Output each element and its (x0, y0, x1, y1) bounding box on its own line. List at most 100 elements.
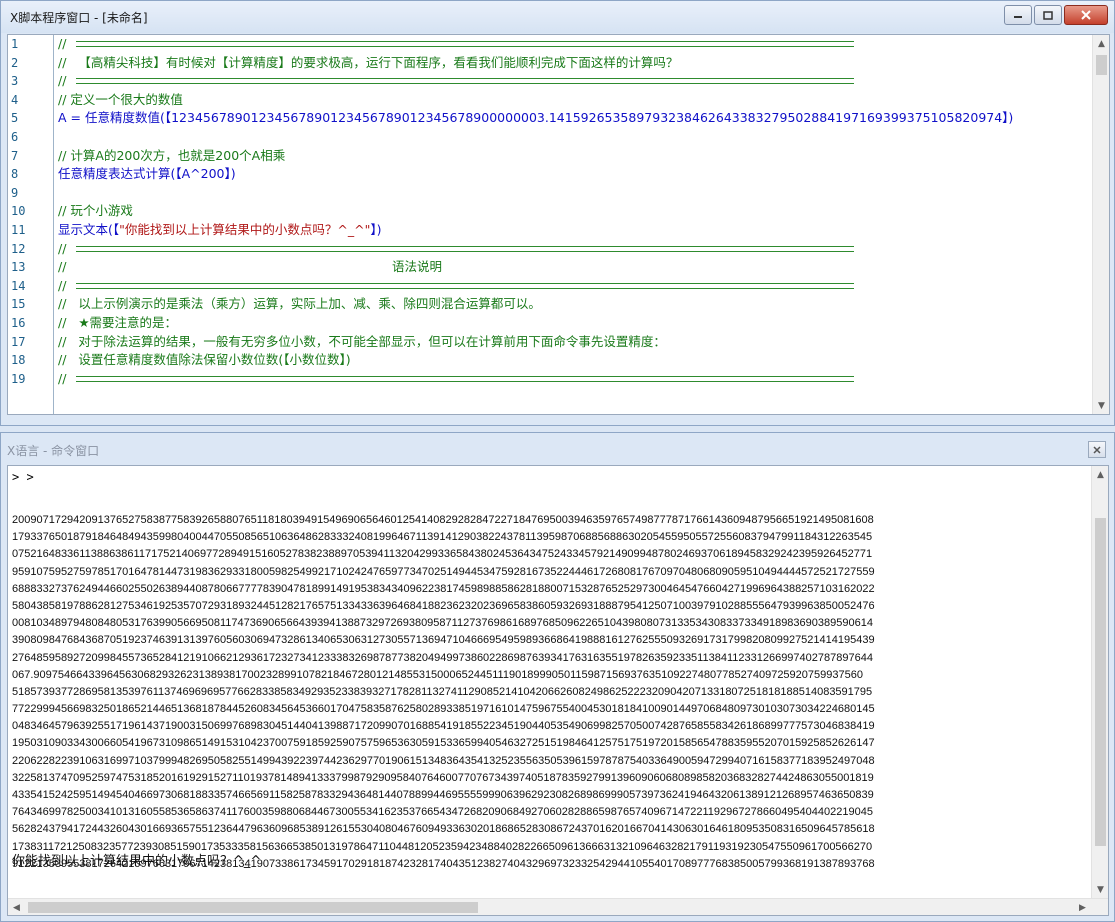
close-icon (1081, 10, 1091, 20)
command-vertical-scrollbar[interactable]: ▲ ▼ (1091, 466, 1108, 898)
comment-text: // 对于除法运算的结果，一般有无穷多位小数，不可能全部显示，但可以在计算前用下… (58, 333, 666, 349)
comment-text: // 计算A的200次方，也就是200个A相乘 (58, 147, 286, 163)
maximize-icon (1043, 10, 1053, 20)
command-prompt[interactable]: > > (12, 470, 34, 484)
line-number: 10 (11, 204, 26, 219)
comment-text: // (58, 259, 67, 275)
comment-text: // (58, 277, 67, 293)
code-line[interactable]: // 【高精尖科技】有时候对【计算精度】的要求极高，运行下面程序，看看我们能顺利… (54, 54, 1094, 73)
comment-text: // 【高精尖科技】有时候对【计算精度】的要求极高，运行下面程序，看看我们能顺利… (58, 54, 679, 70)
line-number: 17 (11, 334, 26, 349)
scroll-up-icon[interactable]: ▲ (1092, 466, 1108, 483)
command-window: X语言 - 命令窗口 > > 2009071729420913765275838… (0, 432, 1115, 922)
comment-text: // 玩个小游戏 (58, 203, 133, 219)
code-line[interactable] (54, 128, 1094, 147)
code-text: A = 任意精度数值(【1234567890123456789012345678… (58, 110, 1014, 126)
editor-window-title: X脚本程序窗口 - [未命名] (10, 11, 148, 25)
code-line[interactable] (54, 184, 1094, 203)
scroll-right-icon[interactable]: ▶ (1074, 899, 1091, 915)
code-text: 显示文本(【 (58, 221, 120, 237)
result-line: 2764859589272099845573652841219106621293… (12, 651, 873, 664)
line-number: 1 (11, 37, 19, 51)
code-line[interactable]: // ★需要注意的是： (54, 314, 1094, 333)
line-number: 19 (11, 371, 26, 386)
line-number: 9 (11, 185, 19, 200)
line-number: 4 (11, 92, 19, 107)
scroll-up-icon[interactable]: ▲ (1093, 35, 1109, 52)
code-line[interactable]: // 对于除法运算的结果，一般有无穷多位小数，不可能全部显示，但可以在计算前用下… (54, 333, 1094, 352)
command-title-bar[interactable]: X语言 - 命令窗口 (1, 433, 1114, 463)
code-line[interactable]: 任意精度表达式计算(【A^200】) (54, 165, 1094, 184)
code-line[interactable]: // (54, 277, 1094, 296)
line-number-gutter: 1 2 3 4 5 6 7 8 9 10 11 12 13 14 15 16 17 18 19 (8, 35, 54, 414)
result-line: 6888332737624944660255026389440878066777… (12, 582, 875, 595)
close-button[interactable] (1064, 5, 1108, 25)
section-heading: 语法说明 (392, 259, 443, 275)
comment-separator (76, 78, 854, 85)
code-line[interactable]: // 计算A的200次方，也就是200个A相乘 (54, 147, 1094, 166)
result-line: 0081034897948084805317639905669508117473… (12, 617, 873, 630)
result-line: 067.909754664339645630682932623138938170… (12, 668, 863, 681)
string-literal: "你能找到以上计算结果中的小数点吗？^_^" (119, 221, 371, 237)
comment-text: // (58, 36, 67, 51)
line-number: 15 (11, 297, 26, 312)
code-editor[interactable]: 1 2 3 4 5 6 7 8 9 10 11 12 13 14 15 16 17 18 19 //// 【高精尖科… (7, 34, 1110, 415)
comment-text: // (58, 370, 67, 386)
code-line[interactable]: // 设置任意精度数值除法保留小数位数(【小数位数】) (54, 351, 1094, 370)
command-window-title: X语言 - 命令窗口 (7, 444, 100, 458)
calculation-result: 2009071729420913765275838775839265880765… (12, 514, 1090, 875)
result-line: 4335415242595149454046697306818833574665… (12, 789, 874, 801)
scroll-left-icon[interactable]: ◀ (8, 899, 25, 915)
code-line[interactable]: 显示文本(【"你能找到以上计算结果中的小数点吗？^_^"】) (54, 221, 1094, 240)
script-editor-window: X脚本程序窗口 - [未命名] 1 2 3 4 5 6 7 8 9 10 11 12 13 14 15 16 1… (0, 0, 1115, 426)
horizontal-scroll-thumb[interactable] (28, 902, 478, 913)
command-horizontal-scrollbar[interactable]: ◀ ▶ (8, 898, 1108, 915)
command-output[interactable]: > > 200907172942091376527583877583926588… (7, 465, 1109, 916)
code-line[interactable]: // 定义一个很大的数值 (54, 91, 1094, 110)
comment-separator (76, 282, 854, 289)
comment-text: // ★需要注意的是： (58, 314, 178, 330)
result-line: 2009071729420913765275838775839265880765… (12, 514, 874, 526)
code-line[interactable]: // (54, 72, 1094, 91)
line-number: 14 (11, 278, 26, 293)
code-line[interactable]: // 语法说明 (54, 258, 1094, 277)
result-line: 0752164833611388638611717521406977289491… (12, 548, 873, 561)
line-number: 16 (11, 315, 26, 330)
editor-vertical-scrollbar[interactable]: ▲ ▼ (1092, 35, 1109, 414)
code-line[interactable]: // (54, 370, 1094, 389)
window-controls (1004, 5, 1108, 25)
line-number: 8 (11, 167, 19, 182)
result-line: 7722999456698325018652144651368187844526… (12, 703, 875, 716)
code-text: 任意精度表达式计算(【A^200】) (58, 166, 236, 182)
result-line: 3225813747095259747531852016192915271101… (12, 771, 874, 784)
line-number: 13 (11, 260, 26, 275)
maximize-button[interactable] (1034, 5, 1062, 25)
line-number: 3 (11, 74, 19, 89)
comment-text: // (58, 73, 67, 89)
line-number: 6 (11, 129, 19, 144)
code-line[interactable]: // 玩个小游戏 (54, 202, 1094, 221)
result-line: 5804385819788628127534619253570729318932… (12, 599, 875, 612)
line-number: 7 (11, 148, 19, 163)
editor-scroll-thumb[interactable] (1096, 55, 1107, 75)
code-area[interactable]: // // 【高精尖科技】有时候对【计算精度】的要求极高，运行下面程序，看看我们能… (54, 35, 1094, 414)
scroll-down-icon[interactable]: ▼ (1093, 397, 1109, 414)
output-message: 你能找到以上计算结果中的小数点吗？^_^ (12, 854, 262, 869)
code-line[interactable]: // 以上示例演示的是乘法（乘方）运算，实际上加、减、乘、除四则混合运算都可以。 (54, 295, 1094, 314)
result-line: 0483464579639255171961437190031506997689… (12, 720, 875, 733)
scroll-down-icon[interactable]: ▼ (1092, 881, 1108, 898)
editor-title-bar[interactable]: X脚本程序窗口 - [未命名] (1, 1, 1114, 33)
code-line[interactable]: // (54, 35, 1094, 54)
result-line: 5185739377286958135397611374696969577662… (12, 685, 873, 698)
minimize-button[interactable] (1004, 5, 1032, 25)
code-line[interactable]: // (54, 240, 1094, 259)
command-close-button[interactable] (1088, 441, 1106, 458)
line-number: 12 (11, 241, 26, 256)
line-number: 5 (11, 111, 19, 126)
result-line: 3908098476843687051923746391313976056030… (12, 634, 875, 647)
line-number: 2 (11, 55, 19, 70)
command-scroll-thumb[interactable] (1095, 518, 1106, 846)
code-line[interactable]: A = 任意精度数值(【1234567890123456789012345678… (54, 109, 1094, 128)
line-number: 11 (11, 222, 26, 237)
comment-text: // 设置任意精度数值除法保留小数位数(【小数位数】) (58, 352, 351, 368)
